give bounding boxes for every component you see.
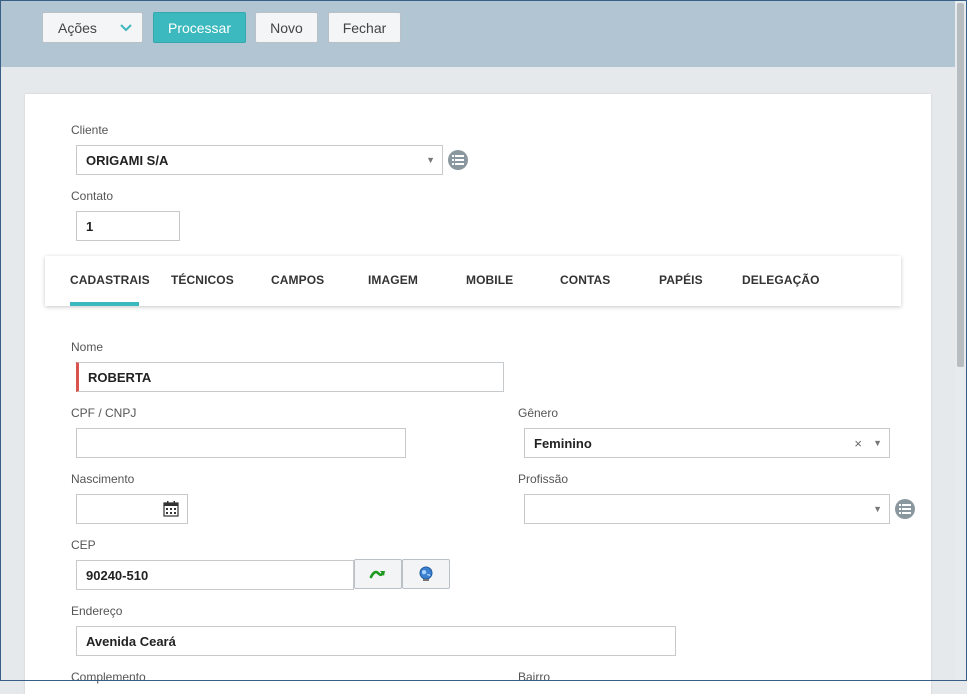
top-toolbar: Ações Processar Novo Fechar — [1, 1, 955, 67]
profession-list-icon[interactable] — [895, 499, 915, 519]
name-input[interactable]: ROBERTA — [76, 362, 504, 392]
calendar-icon[interactable] — [163, 501, 179, 517]
tab-campos[interactable]: CAMPOS — [271, 273, 324, 287]
address-label: Endereço — [71, 604, 123, 618]
tab-delegacao[interactable]: DELEGAÇÃO — [742, 273, 820, 287]
cep-input[interactable]: 90240-510 — [76, 560, 354, 590]
client-value: ORIGAMI S/A — [86, 152, 169, 168]
contact-value: 1 — [86, 218, 94, 234]
close-button[interactable]: Fechar — [328, 12, 401, 43]
client-label: Cliente — [71, 123, 109, 137]
profession-label: Profissão — [518, 472, 569, 486]
tab-contas[interactable]: CONTAS — [560, 273, 610, 287]
name-value: ROBERTA — [88, 369, 152, 385]
gender-value: Feminino — [534, 435, 592, 451]
scrollbar-thumb[interactable] — [957, 3, 964, 367]
list-icon — [452, 155, 464, 165]
cpf-input[interactable] — [76, 428, 406, 458]
process-button[interactable]: Processar — [153, 12, 246, 43]
cep-globe-button[interactable] — [402, 559, 450, 589]
cpf-label: CPF / CNPJ — [71, 406, 137, 420]
tab-bar: CADASTRAIS TÉCNICOS CAMPOS IMAGEM MOBILE… — [45, 256, 901, 306]
tab-imagem[interactable]: IMAGEM — [368, 273, 418, 287]
name-label: Nome — [71, 340, 104, 354]
birth-date-input[interactable] — [76, 494, 188, 524]
address-value: Avenida Ceará — [86, 633, 176, 649]
gender-select[interactable]: Feminino × ▼ — [524, 428, 890, 458]
caret-down-icon: ▼ — [873, 504, 882, 514]
contact-label: Contato — [71, 189, 114, 203]
globe-icon — [419, 566, 433, 581]
gender-label: Gênero — [518, 406, 559, 420]
clear-icon[interactable]: × — [854, 436, 862, 451]
district-label: Bairro — [518, 670, 551, 684]
profession-select[interactable]: ▼ — [524, 494, 890, 524]
list-icon — [899, 504, 911, 514]
green-arrow-icon — [369, 570, 385, 579]
actions-dropdown-button[interactable]: Ações — [42, 12, 143, 43]
new-button[interactable]: Novo — [255, 12, 318, 43]
active-tab-indicator — [70, 302, 139, 306]
client-select[interactable]: ORIGAMI S/A ▼ — [76, 145, 443, 175]
cep-value: 90240-510 — [86, 567, 149, 583]
cep-search-button[interactable] — [354, 559, 402, 589]
contact-input[interactable]: 1 — [76, 211, 180, 241]
form-card: Cliente ORIGAMI S/A ▼ Contato 1 CADASTRA… — [25, 94, 931, 694]
tab-tecnicos[interactable]: TÉCNICOS — [171, 273, 234, 287]
address-input[interactable]: Avenida Ceará — [76, 626, 676, 656]
caret-down-icon: ▼ — [426, 155, 435, 165]
cep-label: CEP — [71, 538, 96, 552]
tab-cadastrais[interactable]: CADASTRAIS — [70, 273, 150, 287]
chevron-down-icon — [120, 21, 132, 35]
actions-label: Ações — [58, 19, 97, 36]
vertical-scrollbar[interactable] — [955, 1, 966, 680]
complement-label: Complemento — [71, 670, 146, 684]
caret-down-icon: ▼ — [873, 438, 882, 448]
tab-mobile[interactable]: MOBILE — [466, 273, 513, 287]
birth-label: Nascimento — [71, 472, 135, 486]
client-list-icon[interactable] — [448, 150, 468, 170]
tab-papeis[interactable]: PAPÉIS — [659, 273, 703, 287]
